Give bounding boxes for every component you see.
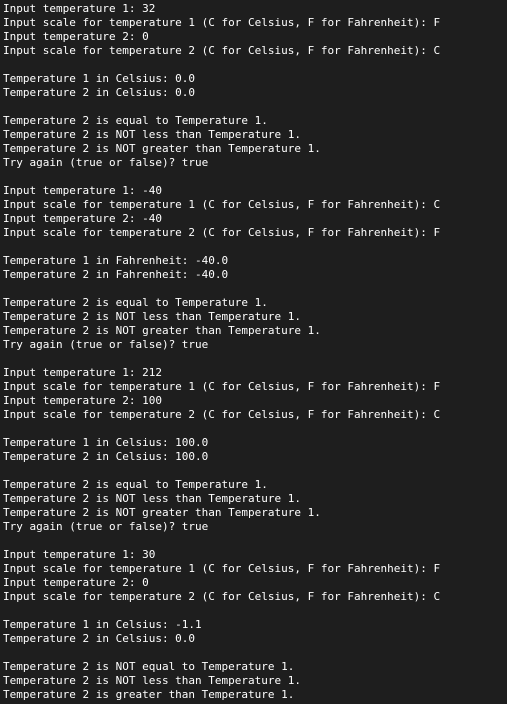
terminal-line: Temperature 2 is NOT less than Temperatu… <box>3 674 302 687</box>
terminal-line: Input temperature 2: 100 <box>3 394 162 407</box>
terminal-line: Temperature 2 is NOT less than Temperatu… <box>3 128 302 141</box>
terminal-line: Temperature 2 is greater than Temperatur… <box>3 688 295 701</box>
terminal-line: Temperature 2 in Celsius: 0.0 <box>3 632 196 645</box>
terminal-line: Temperature 2 is NOT less than Temperatu… <box>3 492 302 505</box>
terminal-line: Temperature 2 is equal to Temperature 1. <box>3 114 268 127</box>
terminal-line: Try again (true or false)? true <box>3 520 209 533</box>
terminal-line: Input temperature 2: 0 <box>3 576 149 589</box>
terminal-line: Try again (true or false)? true <box>3 338 209 351</box>
terminal-line: Temperature 2 in Celsius: 100.0 <box>3 450 209 463</box>
terminal-line: Input scale for temperature 1 (C for Cel… <box>3 198 441 211</box>
terminal-line: Input temperature 1: 212 <box>3 366 162 379</box>
terminal-line: Temperature 2 is NOT greater than Temper… <box>3 324 321 337</box>
terminal-line: Temperature 2 is NOT equal to Temperatur… <box>3 660 295 673</box>
terminal-line: Input scale for temperature 2 (C for Cel… <box>3 408 441 421</box>
terminal-line: Input scale for temperature 1 (C for Cel… <box>3 562 441 575</box>
terminal-line: Temperature 2 is equal to Temperature 1. <box>3 296 268 309</box>
terminal-line: Temperature 1 in Fahrenheit: -40.0 <box>3 254 229 267</box>
terminal-line: Input scale for temperature 2 (C for Cel… <box>3 226 441 239</box>
terminal-line: Input temperature 1: -40 <box>3 184 162 197</box>
terminal-line: Input temperature 1: 32 <box>3 2 156 15</box>
terminal-line: Temperature 2 in Celsius: 0.0 <box>3 86 196 99</box>
terminal-line: Input temperature 2: 0 <box>3 30 149 43</box>
terminal-line: Temperature 2 is equal to Temperature 1. <box>3 478 268 491</box>
terminal-line: Temperature 1 in Celsius: -1.1 <box>3 618 202 631</box>
terminal-line: Temperature 2 is NOT less than Temperatu… <box>3 310 302 323</box>
terminal-line: Temperature 2 is NOT greater than Temper… <box>3 142 321 155</box>
terminal-line: Input scale for temperature 2 (C for Cel… <box>3 44 441 57</box>
terminal-line: Temperature 2 is NOT greater than Temper… <box>3 506 321 519</box>
terminal-window[interactable]: Input temperature 1: 32 Input scale for t… <box>0 0 507 704</box>
terminal-line: Input temperature 1: 30 <box>3 548 156 561</box>
terminal-line: Temperature 1 in Celsius: 100.0 <box>3 436 209 449</box>
terminal-line: Try again (true or false)? true <box>3 156 209 169</box>
terminal-line: Temperature 1 in Celsius: 0.0 <box>3 72 196 85</box>
terminal-line: Input scale for temperature 1 (C for Cel… <box>3 16 441 29</box>
terminal-line: Temperature 2 in Fahrenheit: -40.0 <box>3 268 229 281</box>
terminal-line: Input scale for temperature 2 (C for Cel… <box>3 590 441 603</box>
terminal-line: Input scale for temperature 1 (C for Cel… <box>3 380 441 393</box>
terminal-line: Input temperature 2: -40 <box>3 212 162 225</box>
terminal-output: Input temperature 1: 32 Input scale for t… <box>3 2 507 702</box>
